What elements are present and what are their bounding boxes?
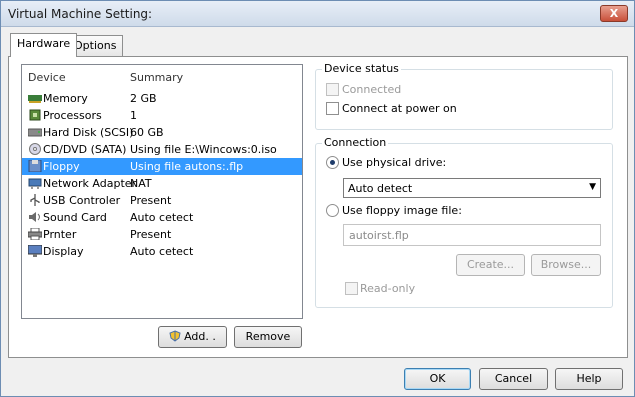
device-row-sound-card[interactable]: Sound Card Auto cetect: [22, 209, 302, 226]
read-only-label: Read-only: [360, 282, 416, 295]
connected-label: Connected: [342, 83, 402, 96]
device-summary: 60 GB: [130, 126, 164, 139]
title-bar[interactable]: Virtual Machine Setting: X: [1, 1, 634, 27]
sound-card-icon: [28, 211, 42, 223]
close-button[interactable]: X: [600, 5, 628, 22]
device-row-processors[interactable]: Processors 1: [22, 107, 302, 124]
window-title: Virtual Machine Setting:: [8, 7, 153, 21]
device-summary: 2 GB: [130, 92, 157, 105]
device-name: Display: [43, 245, 84, 258]
device-summary: Present: [130, 228, 172, 241]
device-name: CD/DVD (SATA): [43, 143, 127, 156]
tab-hardware[interactable]: Hardware: [10, 33, 78, 57]
cd-dvd-icon: [28, 143, 42, 155]
processor-icon: [28, 109, 42, 121]
usb-icon: [28, 194, 42, 206]
radio-selected-dot: [330, 160, 335, 165]
device-row-memory[interactable]: Memory 2 GB: [22, 90, 302, 107]
add-button-label: Add. .: [184, 330, 216, 343]
device-summary: Using file autons:.flp: [130, 160, 244, 173]
connect-at-power-on-checkbox[interactable]: [326, 102, 339, 115]
device-row-network-adapter[interactable]: Network Adapter NAT: [22, 175, 302, 192]
ok-button-label: OK: [429, 372, 446, 385]
close-icon: X: [609, 7, 619, 20]
device-name: Network Adapter: [43, 177, 137, 190]
remove-button-label: Remove: [245, 330, 291, 343]
device-column-header[interactable]: Device: [28, 71, 66, 84]
browse-button-label: Browse...: [540, 258, 592, 271]
create-button-label: Create...: [466, 258, 515, 271]
cancel-button-label: Cancel: [494, 372, 533, 385]
device-name: Hard Disk (SCSI): [43, 126, 134, 139]
use-image-file-label: Use floppy image file:: [342, 204, 462, 217]
create-button[interactable]: Create...: [456, 254, 525, 276]
printer-icon: [27, 227, 43, 241]
list-header: Device Summary: [22, 65, 302, 87]
image-file-value: autoirst.flp: [349, 229, 409, 242]
device-summary: Using file E:\Wincows:0.iso: [130, 143, 277, 156]
device-row-hard-disk-scsi[interactable]: Hard Disk (SCSI) 60 GB: [22, 124, 302, 141]
connection-title: Connection: [322, 136, 389, 149]
display-icon: [27, 244, 43, 257]
device-summary: Present: [130, 194, 172, 207]
connect-at-power-on-label: Connect at power on: [342, 102, 457, 115]
device-name: USB Controler: [43, 194, 121, 207]
device-name: Processors: [43, 109, 102, 122]
network-adapter-icon: [28, 177, 42, 189]
device-row-display[interactable]: Display Auto cetect: [22, 243, 302, 260]
shield-icon: [169, 330, 184, 343]
device-status-group: Device status: [315, 62, 613, 130]
device-name: Memory: [43, 92, 88, 105]
device-summary: Auto cetect: [130, 245, 194, 258]
device-summary: 1: [130, 109, 137, 122]
connected-checkbox[interactable]: [326, 83, 339, 96]
browse-button[interactable]: Browse...: [531, 254, 601, 276]
remove-device-button[interactable]: Remove: [234, 326, 302, 348]
device-summary: NAT: [130, 177, 152, 190]
tab-options-label: Options: [74, 39, 117, 52]
add-device-button[interactable]: Add. .: [158, 326, 227, 348]
physical-drive-value: Auto detect: [348, 182, 413, 195]
use-image-file-radio[interactable]: [326, 204, 339, 217]
device-row-usb-controler[interactable]: USB Controler Present: [22, 192, 302, 209]
cancel-button[interactable]: Cancel: [479, 368, 548, 390]
help-button-label: Help: [576, 372, 602, 385]
tab-hardware-label: Hardware: [17, 37, 71, 50]
memory-icon: [28, 92, 42, 104]
device-row-prnter[interactable]: Prnter Present: [22, 226, 302, 243]
help-button[interactable]: Help: [555, 368, 623, 390]
physical-drive-select[interactable]: Auto detect ▼: [343, 178, 601, 198]
device-row-floppy[interactable]: Floppy Using file autons:.flp: [22, 158, 302, 175]
device-row-cd-dvd-sata[interactable]: CD/DVD (SATA) Using file E:\Wincows:0.iso: [22, 141, 302, 158]
device-name: Prnter: [43, 228, 77, 241]
device-list[interactable]: Device Summary Memory 2 GB Processors 1 Hard…: [21, 64, 303, 319]
ok-button[interactable]: OK: [404, 368, 471, 390]
floppy-icon: [28, 159, 42, 173]
image-file-input[interactable]: autoirst.flp: [343, 224, 601, 246]
use-physical-drive-label: Use physical drive:: [342, 156, 447, 169]
hard-disk-icon: [27, 126, 43, 138]
device-status-title: Device status: [322, 62, 401, 75]
read-only-checkbox[interactable]: [345, 282, 358, 295]
device-summary: Auto cetect: [130, 211, 194, 224]
use-physical-drive-radio[interactable]: [326, 156, 339, 169]
summary-column-header[interactable]: Summary: [130, 71, 183, 84]
device-name: Floppy: [43, 160, 80, 173]
dialog-window: Virtual Machine Setting: X Hardware Opti…: [0, 0, 635, 397]
device-name: Sound Card: [43, 211, 107, 224]
chevron-down-icon: ▼: [589, 182, 596, 192]
